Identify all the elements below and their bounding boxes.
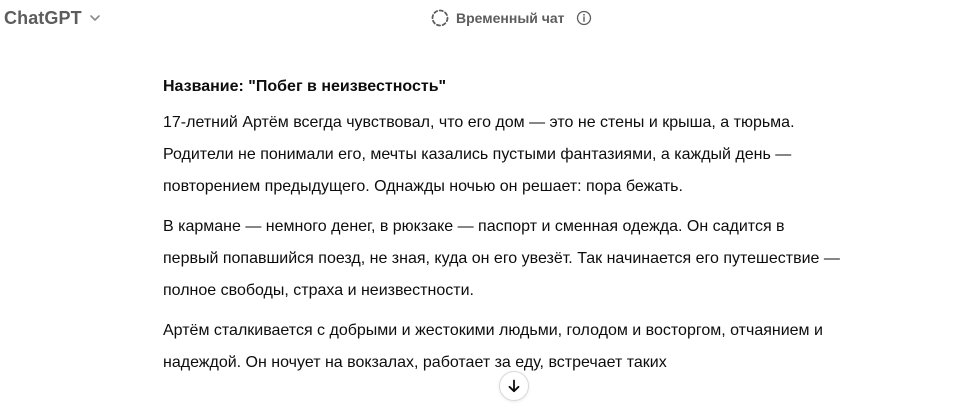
scroll-to-bottom-button[interactable]: [499, 371, 529, 401]
story-title: Название: "Побег в неизвестность": [163, 78, 447, 95]
chevron-down-icon: [88, 11, 102, 25]
info-icon[interactable]: [576, 10, 592, 26]
message-paragraph: В кармане — немного денег, в рюкзаке — п…: [163, 218, 840, 299]
top-bar: ChatGPT Временный чат: [0, 0, 977, 36]
message-paragraph: Артём сталкивается с добрыми и жестокими…: [163, 322, 823, 371]
temporary-chat-label: Временный чат: [456, 10, 565, 26]
arrow-down-icon: [506, 378, 522, 394]
message-paragraph: 17-летний Артём всегда чувствовал, что е…: [163, 114, 795, 195]
assistant-message: Название: "Побег в неизвестность" 17-лет…: [163, 76, 843, 387]
chat-app: ChatGPT Временный чат Название: "Побег в…: [0, 0, 977, 418]
model-name: ChatGPT: [4, 7, 82, 28]
model-switcher-button[interactable]: ChatGPT: [4, 5, 102, 31]
dashed-circle-icon: [430, 8, 450, 28]
temporary-chat-indicator: Временный чат: [430, 6, 592, 30]
